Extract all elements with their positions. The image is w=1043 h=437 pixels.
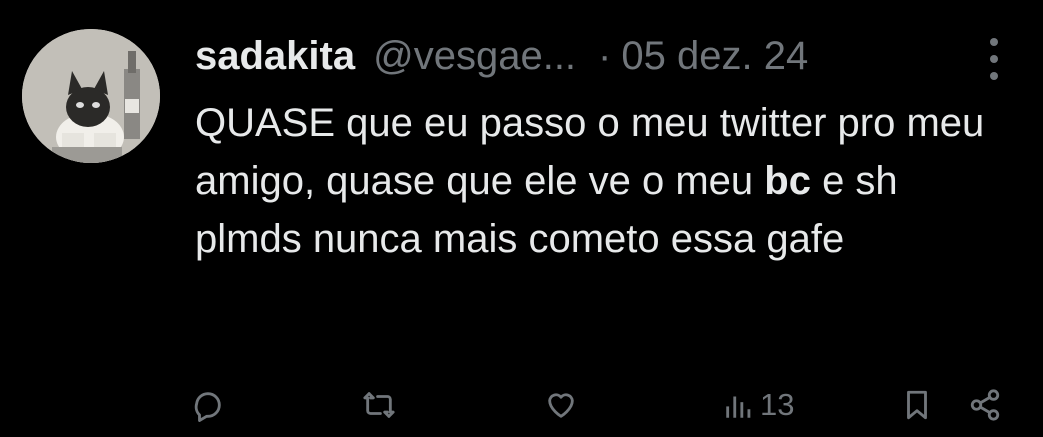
share-icon (970, 389, 1000, 421)
display-name[interactable]: sadakita (195, 34, 355, 79)
tweet-text: QUASE que eu passo o meu twitter pro meu… (195, 94, 1015, 268)
reply-icon (194, 392, 221, 422)
tweet-text-bold: bc (764, 159, 811, 203)
action-bar: 13 (0, 380, 1043, 430)
more-options-icon[interactable] (979, 34, 1009, 84)
reply-button[interactable] (191, 380, 225, 430)
heart-icon (548, 393, 574, 418)
retweet-button[interactable] (362, 380, 396, 430)
user-handle[interactable]: @vesgae... (373, 34, 576, 79)
tweet-header: sadakita @vesgae... · 05 dez. 24 (195, 28, 808, 84)
avatar-image (22, 29, 160, 163)
avatar[interactable] (22, 29, 160, 163)
views-count: 13 (760, 387, 795, 422)
bookmark-button[interactable] (900, 380, 934, 430)
tweet-date[interactable]: 05 dez. 24 (621, 34, 808, 79)
views-button[interactable]: 13 (722, 380, 794, 430)
like-button[interactable] (544, 380, 578, 430)
bookmark-icon (907, 390, 927, 420)
views-icon (726, 396, 751, 418)
retweet-icon (363, 392, 395, 418)
separator-dot: · (598, 33, 612, 78)
share-button[interactable] (968, 380, 1002, 430)
